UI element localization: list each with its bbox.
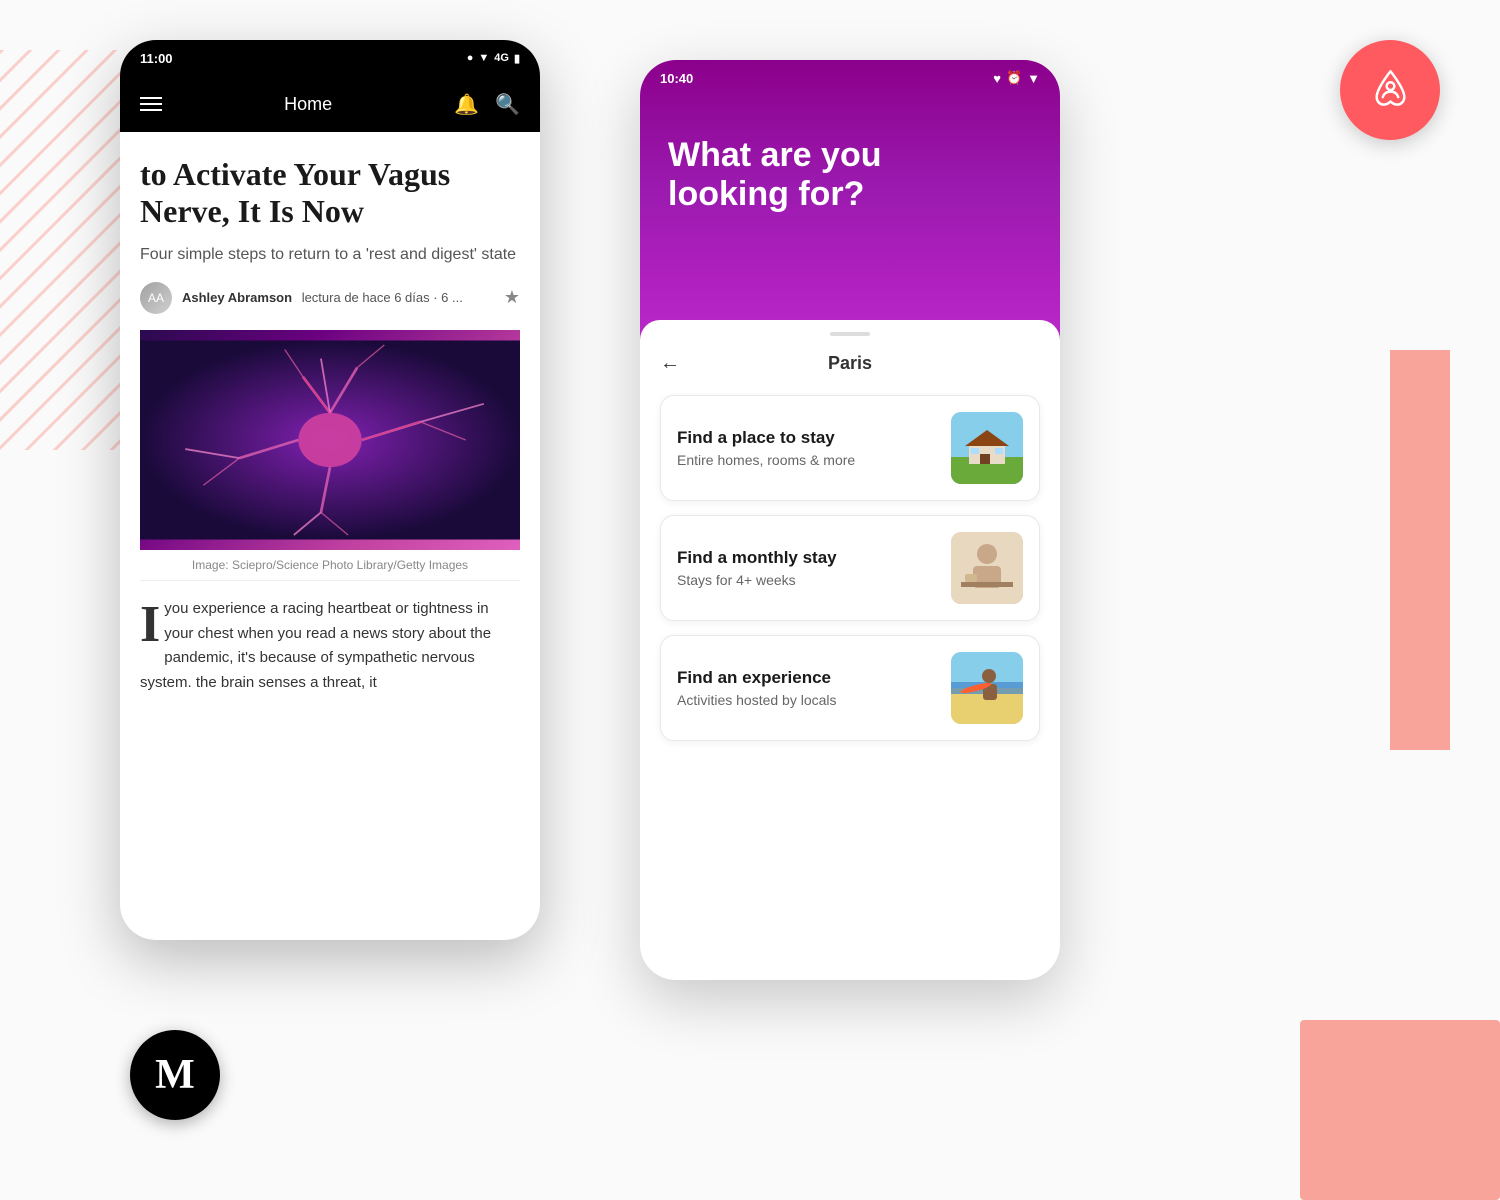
option-place-to-stay[interactable]: Find a place to stay Entire homes, rooms… bbox=[660, 395, 1040, 501]
author-meta: Ashley Abramson lectura de hace 6 días ·… bbox=[182, 290, 494, 305]
medium-logo-letter: M bbox=[155, 1051, 195, 1099]
option-experience-text: Find an experience Activities hosted by … bbox=[677, 668, 837, 708]
bookmark-icon[interactable]: ★ bbox=[504, 287, 520, 308]
neuron-illustration bbox=[140, 330, 520, 550]
hamburger-menu-icon[interactable] bbox=[140, 97, 162, 111]
author-name: Ashley Abramson bbox=[182, 290, 292, 305]
article-body: I you experience a racing heartbeat or t… bbox=[140, 597, 520, 696]
option-monthly-stay-image bbox=[951, 532, 1023, 604]
medium-logo: M bbox=[130, 1030, 220, 1120]
airbnb-headline: What are you looking for? bbox=[668, 136, 1032, 214]
option-place-to-stay-subtitle: Entire homes, rooms & more bbox=[677, 452, 855, 468]
drop-cap: I bbox=[140, 603, 160, 647]
option-monthly-stay-subtitle: Stays for 4+ weeks bbox=[677, 572, 837, 588]
option-monthly-stay[interactable]: Find a monthly stay Stays for 4+ weeks bbox=[660, 515, 1040, 621]
sheet-nav-title: Paris bbox=[828, 353, 872, 374]
medium-status-icons: ● ▼ 4G ▮ bbox=[467, 52, 520, 65]
medium-nav-title: Home bbox=[284, 94, 332, 115]
sheet-handle bbox=[830, 332, 870, 336]
airbnb-app-phone: 10:40 ♥ ⏰ ▼ What are you looking for? ← … bbox=[640, 60, 1060, 980]
person-illustration bbox=[951, 532, 1023, 604]
option-monthly-stay-text: Find a monthly stay Stays for 4+ weeks bbox=[677, 548, 837, 588]
image-caption: Image: Sciepro/Science Photo Library/Get… bbox=[140, 550, 520, 581]
network-icon: 4G bbox=[494, 52, 509, 64]
alarm-icon: ⏰ bbox=[1006, 70, 1022, 86]
back-button[interactable]: ← bbox=[660, 352, 680, 375]
wifi-icon-airbnb: ▼ bbox=[1027, 71, 1040, 86]
option-experience[interactable]: Find an experience Activities hosted by … bbox=[660, 635, 1040, 741]
option-place-to-stay-text: Find a place to stay Entire homes, rooms… bbox=[677, 428, 855, 468]
option-experience-subtitle: Activities hosted by locals bbox=[677, 692, 837, 708]
article-subtitle: Four simple steps to return to a 'rest a… bbox=[140, 244, 520, 266]
airbnb-status-icons: ♥ ⏰ ▼ bbox=[993, 70, 1040, 86]
article-image bbox=[140, 330, 520, 550]
option-monthly-stay-title: Find a monthly stay bbox=[677, 548, 837, 568]
author-row: AA Ashley Abramson lectura de hace 6 día… bbox=[140, 282, 520, 314]
decorative-pink-rect-right bbox=[1390, 350, 1450, 750]
avatar-image: AA bbox=[140, 282, 172, 314]
airbnb-status-bar: 10:40 ♥ ⏰ ▼ bbox=[640, 60, 1060, 96]
author-details: lectura de hace 6 días · 6 ... bbox=[302, 290, 463, 305]
notification-icon[interactable]: 🔔 bbox=[454, 92, 479, 117]
house-illustration bbox=[951, 412, 1023, 484]
article-body-text: you experience a racing heartbeat or tig… bbox=[140, 600, 491, 691]
airbnb-bottom-sheet: ← Paris Find a place to stay Entire home… bbox=[640, 320, 1060, 980]
airbnb-header-content: What are you looking for? bbox=[640, 96, 1060, 234]
medium-nav-bar: Home 🔔 🔍 bbox=[120, 76, 540, 132]
heart-icon: ♥ bbox=[993, 71, 1001, 86]
medium-nav-icons: 🔔 🔍 bbox=[454, 92, 520, 117]
author-avatar: AA bbox=[140, 282, 172, 314]
headline-line2: looking for? bbox=[668, 175, 864, 213]
medium-status-time: 11:00 bbox=[140, 51, 173, 66]
wifi-icon: ▼ bbox=[478, 52, 489, 64]
battery-icon: ▮ bbox=[514, 52, 520, 65]
medium-article-content: to Activate Your Vagus Nerve, It Is Now … bbox=[120, 132, 540, 696]
surfer-illustration bbox=[951, 652, 1023, 724]
decorative-pink-block-bottom-right bbox=[1300, 1020, 1500, 1200]
option-place-to-stay-title: Find a place to stay bbox=[677, 428, 855, 448]
airbnb-status-time: 10:40 bbox=[660, 71, 693, 86]
signal-icon: ● bbox=[467, 52, 474, 64]
medium-app-phone: 11:00 ● ▼ 4G ▮ Home 🔔 🔍 to Activate Your… bbox=[120, 40, 540, 940]
airbnb-logo-icon bbox=[1363, 63, 1418, 118]
search-icon[interactable]: 🔍 bbox=[495, 92, 520, 117]
headline-line1: What are you bbox=[668, 136, 881, 174]
option-experience-title: Find an experience bbox=[677, 668, 837, 688]
option-place-to-stay-image bbox=[951, 412, 1023, 484]
airbnb-logo-circle bbox=[1340, 40, 1440, 140]
sheet-nav: ← Paris bbox=[660, 352, 1040, 375]
article-title: to Activate Your Vagus Nerve, It Is Now bbox=[140, 156, 520, 230]
option-experience-image bbox=[951, 652, 1023, 724]
medium-status-bar: 11:00 ● ▼ 4G ▮ bbox=[120, 40, 540, 76]
